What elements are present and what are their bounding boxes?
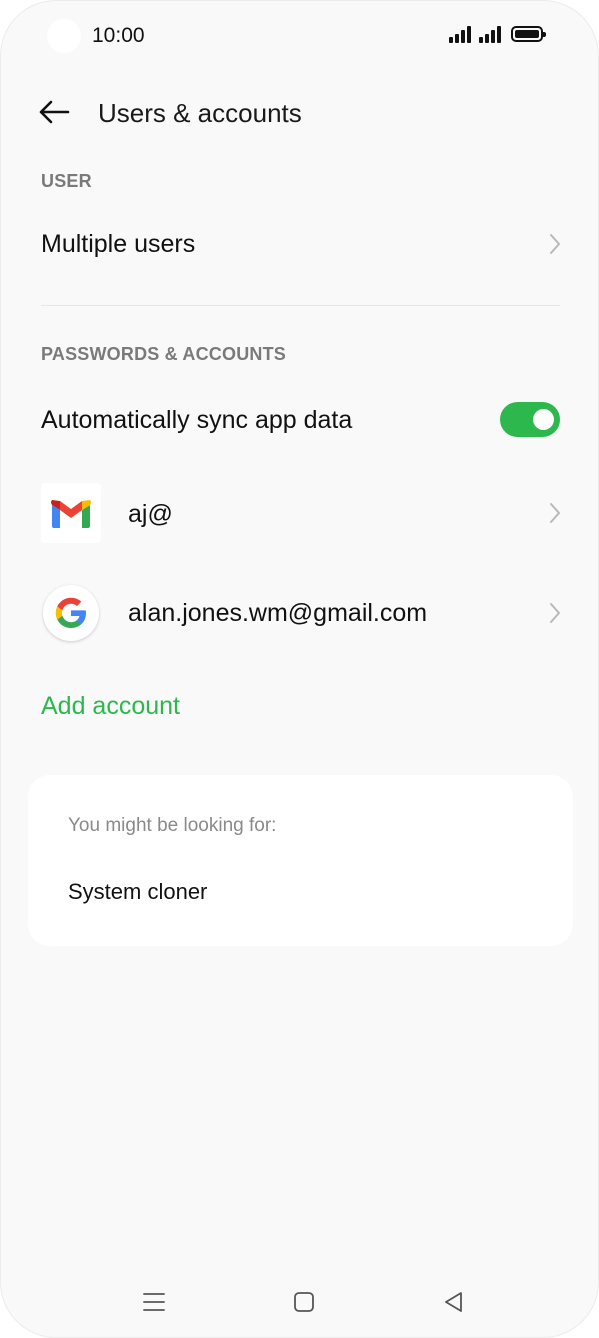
account-label: aj@	[128, 500, 173, 528]
page-title: Users & accounts	[98, 98, 302, 128]
account-row-google[interactable]: alan.jones.wm@gmail.com	[1, 575, 598, 651]
chevron-right-icon	[550, 603, 560, 623]
status-time: 10:00	[92, 24, 145, 47]
phone-screen: 10:00 Users & accounts USER Multiple use…	[0, 0, 599, 1338]
back-button[interactable]	[35, 95, 73, 129]
google-icon	[43, 585, 99, 641]
chevron-right-icon	[550, 234, 560, 254]
toggle-knob	[533, 409, 554, 430]
menu-icon	[143, 1293, 165, 1311]
chevron-right-icon	[550, 503, 560, 523]
home-square-icon	[294, 1292, 314, 1312]
section-header-user: USER	[41, 171, 92, 191]
auto-sync-label: Automatically sync app data	[41, 406, 353, 434]
suggestion-system-cloner[interactable]: System cloner	[68, 879, 207, 905]
signal-icon	[479, 25, 501, 43]
multiple-users-label: Multiple users	[41, 230, 196, 258]
recent-apps-button[interactable]	[139, 1287, 169, 1317]
section-divider	[41, 305, 560, 306]
back-triangle-icon	[445, 1292, 462, 1312]
suggestions-title: You might be looking for:	[68, 815, 277, 836]
battery-icon	[511, 26, 546, 42]
account-label: alan.jones.wm@gmail.com	[128, 599, 428, 627]
home-button[interactable]	[289, 1287, 319, 1317]
signal-icon	[449, 25, 471, 43]
section-header-accounts: PASSWORDS & ACCOUNTS	[41, 344, 287, 364]
account-row-gmail[interactable]: aj@	[1, 475, 598, 551]
gmail-icon	[41, 483, 101, 543]
suggestions-card: You might be looking for: System cloner	[28, 775, 573, 946]
front-camera	[47, 19, 81, 53]
multiple-users-row[interactable]: Multiple users	[1, 211, 598, 277]
status-icons	[449, 25, 546, 43]
arrow-left-icon	[39, 100, 70, 124]
auto-sync-toggle[interactable]	[500, 402, 560, 437]
add-account-link[interactable]: Add account	[41, 691, 180, 721]
nav-back-button[interactable]	[439, 1287, 469, 1317]
status-bar: 10:00	[1, 1, 598, 71]
